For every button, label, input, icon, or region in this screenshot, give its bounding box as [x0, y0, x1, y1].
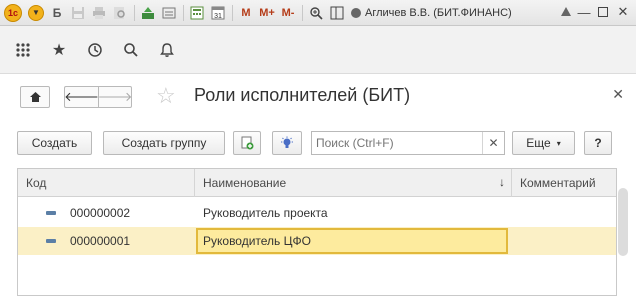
element-icon	[46, 211, 56, 215]
create-button[interactable]: Создать	[17, 131, 92, 155]
history-icon[interactable]	[84, 39, 106, 61]
list-form: 🡐 🡒 ☆ Роли исполнителей (БИТ) ✕ Создать …	[8, 74, 628, 296]
minimize-button[interactable]: —	[575, 3, 593, 21]
element-icon	[46, 239, 56, 243]
table-row[interactable]: 000000002 Руководитель проекта	[18, 199, 616, 227]
back-button[interactable]: 🡐	[64, 86, 99, 108]
column-header-comment[interactable]: Комментарий	[512, 169, 616, 197]
sort-descending-icon: ↓	[499, 175, 505, 189]
settings-button[interactable]	[272, 131, 302, 155]
compare-icon[interactable]	[161, 3, 177, 23]
roles-table: Код Наименование ↓ Комментарий 000000002…	[17, 168, 617, 296]
close-window-button[interactable]: ✕	[614, 3, 632, 21]
table-header: Код Наименование ↓ Комментарий	[18, 169, 616, 197]
more-label: Еще	[526, 136, 551, 150]
cell-comment	[512, 227, 616, 255]
column-header-code[interactable]: Код	[18, 169, 195, 197]
cell-code: 000000001	[70, 234, 131, 248]
sections-panel: ★	[0, 26, 636, 74]
cell-name[interactable]: Руководитель ЦФО	[195, 227, 512, 255]
create-group-button[interactable]: Создать группу	[103, 131, 225, 155]
home-button[interactable]	[20, 86, 50, 108]
column-header-name[interactable]: Наименование ↓	[195, 169, 512, 197]
favorite-star-icon[interactable]: ☆	[156, 83, 176, 109]
info-icon[interactable]	[557, 3, 575, 21]
cell-comment	[512, 199, 616, 227]
user-icon	[351, 7, 361, 18]
close-form-icon[interactable]: ✕	[612, 86, 624, 103]
clear-search-icon[interactable]: ✕	[482, 132, 504, 154]
panel-icon[interactable]	[329, 3, 345, 23]
cell-name: Руководитель проекта	[203, 206, 328, 220]
arrow-right-icon: 🡒	[97, 89, 133, 104]
calculator-icon[interactable]	[189, 3, 205, 23]
calendar-icon[interactable]: 31	[210, 3, 226, 23]
favorites-star-icon[interactable]: ★	[48, 39, 70, 61]
app-logo-icon[interactable]: 1с	[4, 3, 22, 22]
apps-grid-icon[interactable]	[12, 39, 34, 61]
page-title: Роли исполнителей (БИТ)	[194, 85, 411, 105]
memory-plus-button[interactable]: M+	[259, 3, 275, 23]
maximize-button[interactable]	[594, 3, 612, 21]
notifications-bell-icon[interactable]	[156, 39, 178, 61]
add-copy-icon	[241, 136, 254, 150]
vertical-scrollbar[interactable]	[618, 188, 628, 256]
toolbar-separator	[232, 4, 233, 21]
arrow-left-icon: 🡐	[64, 89, 99, 104]
more-button[interactable]: Еще ▾	[512, 131, 575, 155]
lightbulb-icon	[281, 136, 293, 148]
main-menu-icon[interactable]: ▼	[28, 4, 44, 21]
memory-m-button[interactable]: M	[238, 3, 254, 23]
svg-text:31: 31	[214, 13, 222, 20]
column-header-name-label: Наименование	[203, 176, 287, 190]
b-button[interactable]: Б	[49, 3, 65, 23]
table-row-selected[interactable]: 000000001 Руководитель ЦФО	[18, 227, 616, 255]
cell-code: 000000002	[70, 206, 131, 220]
toolbar-separator	[134, 4, 135, 21]
forward-button[interactable]: 🡒	[98, 86, 132, 108]
search-input[interactable]	[311, 131, 505, 155]
current-user[interactable]: Агличев В.В. (БИТ.ФИНАНС)	[351, 7, 512, 19]
dropdown-caret-icon: ▾	[556, 138, 561, 148]
toolbar-separator	[302, 4, 303, 21]
toolbar-separator	[183, 4, 184, 21]
memory-minus-button[interactable]: M-	[280, 3, 296, 23]
search-icon[interactable]	[120, 39, 142, 61]
export-icon[interactable]	[140, 3, 156, 23]
print-icon[interactable]	[91, 3, 107, 23]
user-name: Агличев В.В. (БИТ.ФИНАНС)	[365, 6, 512, 19]
save-icon[interactable]	[70, 3, 86, 23]
preview-icon[interactable]	[112, 3, 128, 23]
copy-add-button[interactable]	[233, 131, 261, 155]
help-button[interactable]: ?	[584, 131, 612, 155]
window-titlebar: 1с ▼ Б 31 M M+ M- Агличев В.В. (БИТ.ФИНА…	[0, 0, 636, 26]
zoom-icon[interactable]	[308, 3, 324, 23]
